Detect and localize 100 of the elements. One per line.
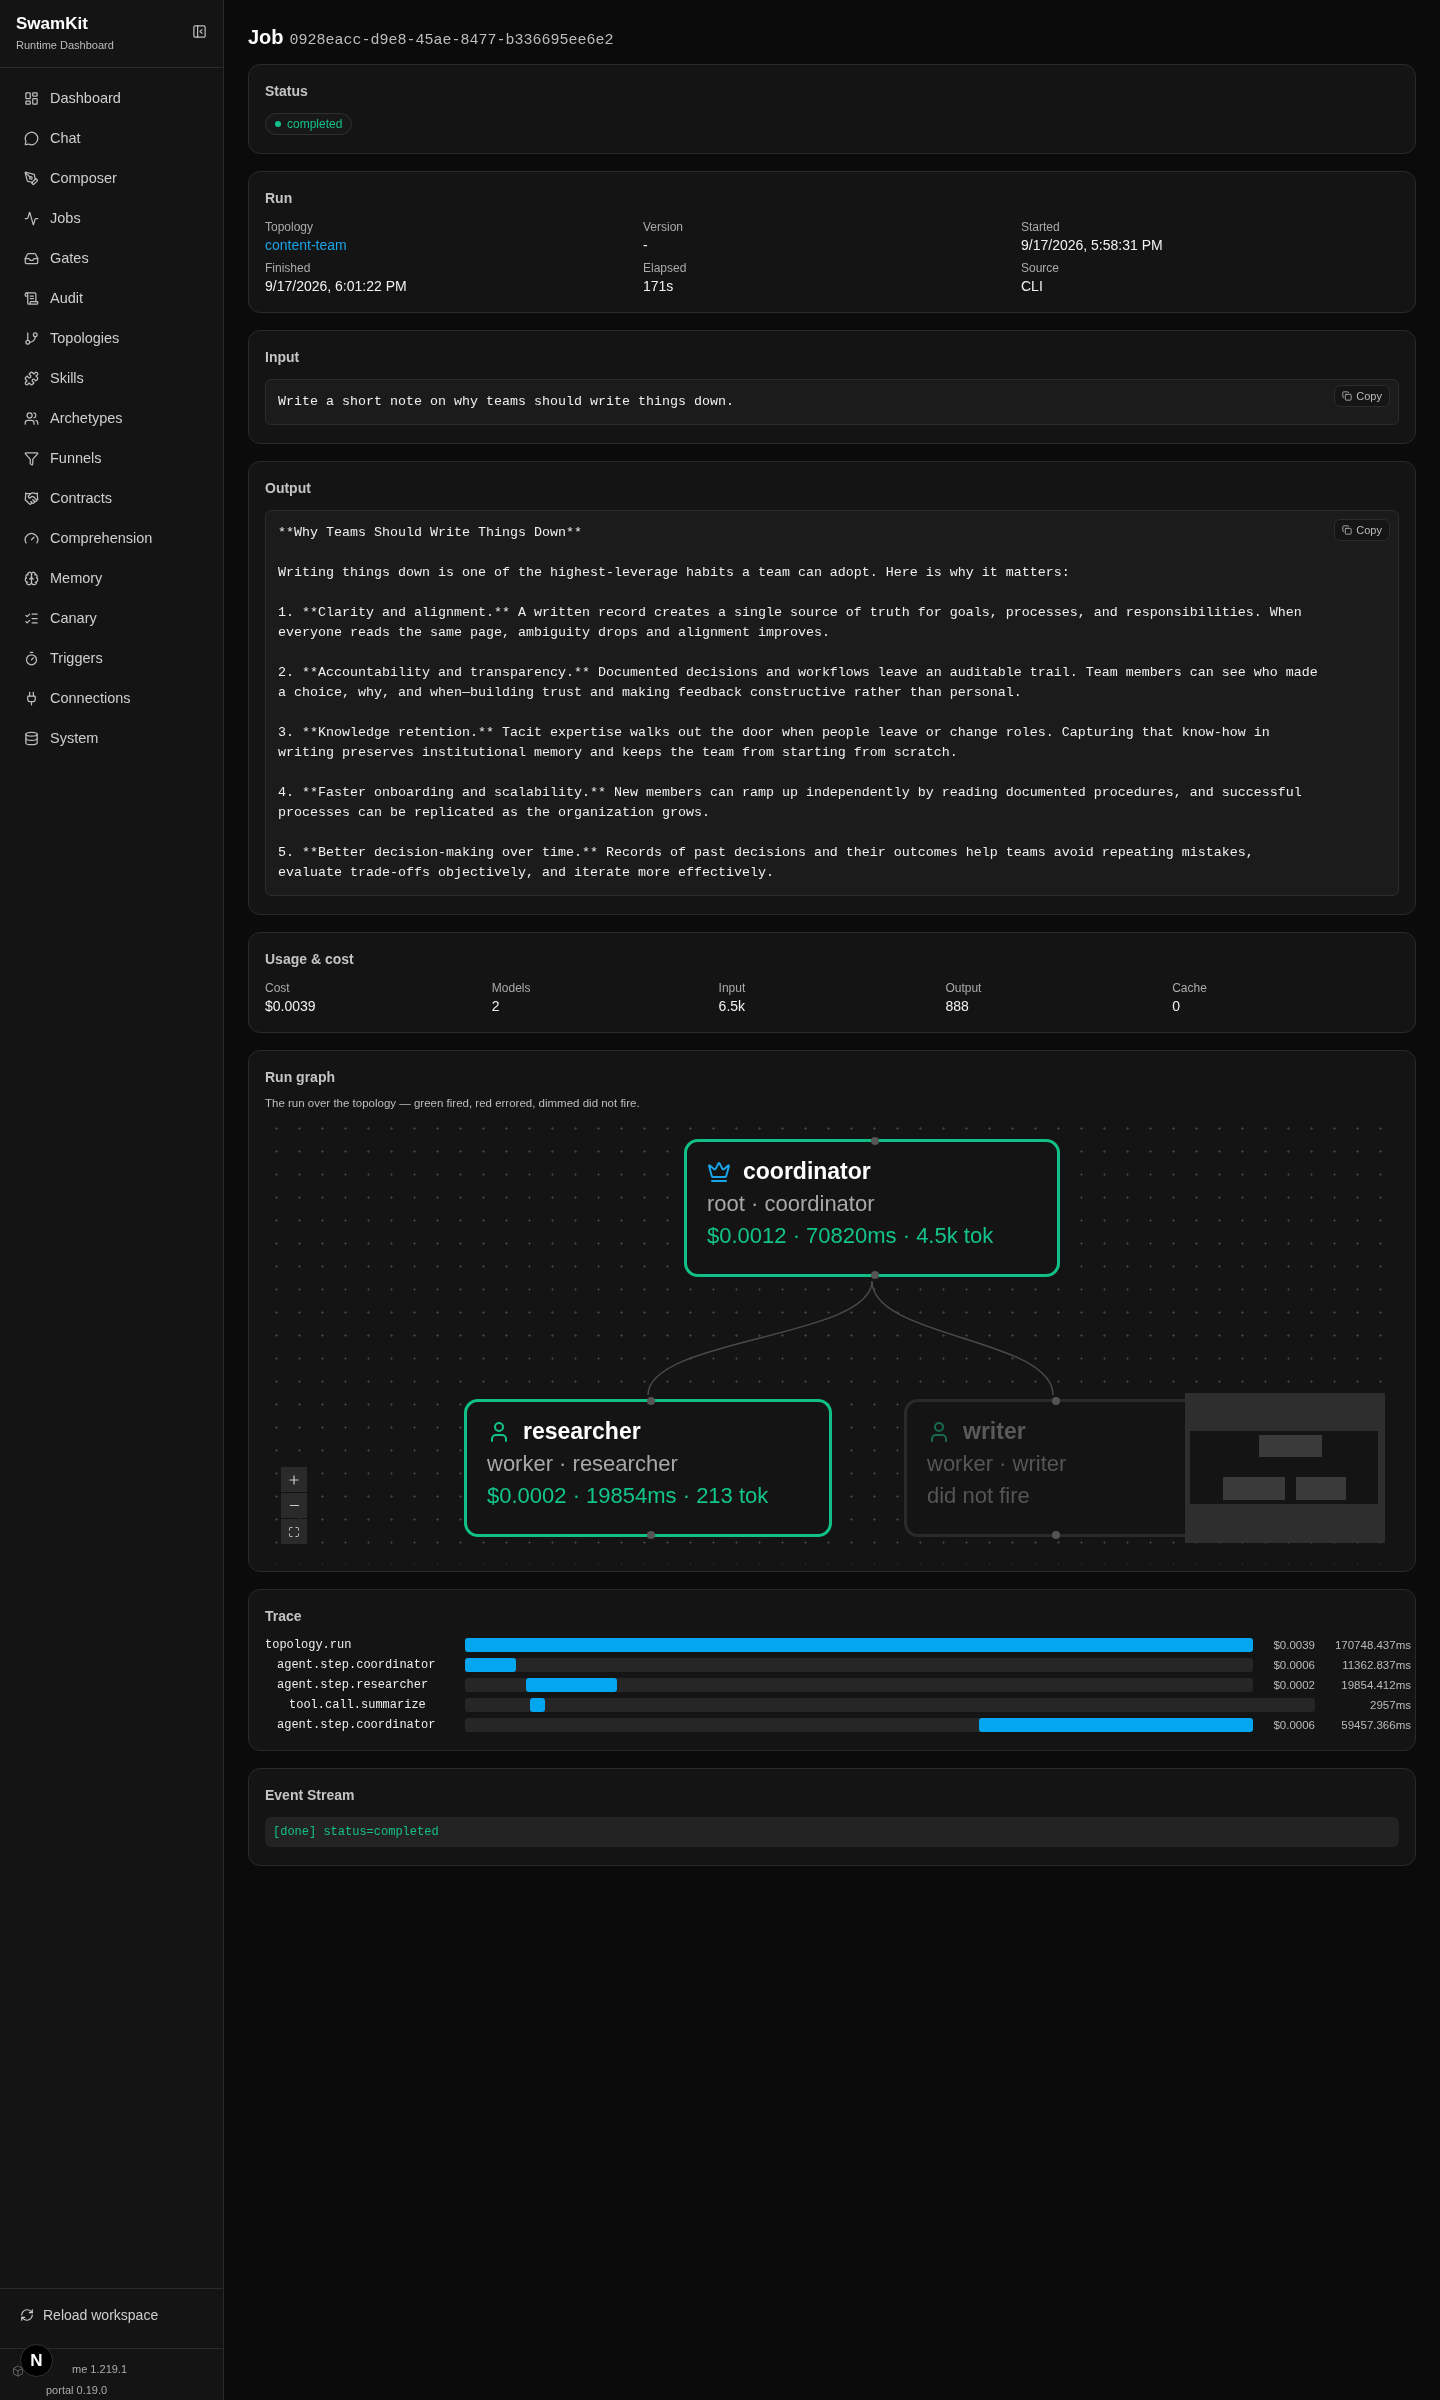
node-role: worker · writer	[927, 1451, 1068, 1477]
field-label: Topology	[265, 220, 314, 234]
dev-badge[interactable]: N	[20, 2344, 53, 2377]
reload-workspace-button[interactable]: Reload workspace	[12, 2303, 167, 2327]
field-label: Version	[643, 220, 684, 234]
page-title: Job	[248, 26, 284, 49]
field-label: Input	[718, 981, 746, 995]
field-value: 9/17/2026, 6:01:22 PM	[265, 278, 407, 294]
input-text: Write a short note on why teams should write things down.	[278, 393, 735, 411]
nav-item[interactable]: Topologies	[12, 318, 211, 358]
nav-icon	[24, 250, 39, 266]
card-title: Run graph	[265, 1069, 336, 1085]
topology-link[interactable]: content-team	[265, 237, 347, 253]
span-name: agent.step.coordinator	[276, 1658, 437, 1672]
graph-node[interactable]: researcher worker · researcher $0.0002 · 19854ms · 213 tok	[464, 1399, 832, 1537]
card-title: Status	[265, 83, 309, 99]
nav-item[interactable]: Triggers	[12, 638, 211, 678]
connection-handle[interactable]	[871, 1137, 879, 1145]
connection-handle[interactable]	[1052, 1397, 1060, 1405]
span-duration: 59457.366ms	[1340, 1719, 1411, 1731]
span-name: topology.run	[265, 1638, 353, 1652]
nav-icon	[24, 610, 39, 626]
span-cost: $0.0006	[1272, 1659, 1315, 1671]
field-value: 888	[945, 998, 969, 1014]
span-cost: $0.0039	[1272, 1639, 1315, 1651]
nav-item[interactable]: Archetypes	[12, 398, 211, 438]
span-cost: $0.0006	[1272, 1719, 1315, 1731]
field-value: CLI	[1021, 278, 1043, 294]
nav-item[interactable]: Skills	[12, 358, 211, 398]
span-duration: 11362.837ms	[1341, 1659, 1411, 1671]
field-value: 0	[1172, 998, 1180, 1014]
node-role: root · coordinator	[707, 1191, 876, 1217]
field-label: Models	[491, 981, 531, 995]
nav-item[interactable]: Gates	[12, 238, 211, 278]
card-title: Event Stream	[265, 1787, 356, 1803]
event-line: [done] status=completed	[273, 1825, 440, 1839]
card-title: Run	[265, 190, 294, 206]
nav-item[interactable]: Memory	[12, 558, 211, 598]
zoom-in-button[interactable]	[281, 1467, 307, 1492]
span-bar	[465, 1658, 517, 1672]
field-label: Elapsed	[643, 261, 687, 275]
status-badge: completed	[265, 113, 353, 135]
nav-item[interactable]: Canary	[12, 598, 211, 638]
brand-name: SwamKit	[16, 14, 89, 34]
connection-handle[interactable]	[647, 1531, 655, 1539]
graph-node[interactable]: coordinator root · coordinator $0.0012 · 70820ms · 4.5k tok	[684, 1139, 1060, 1277]
node-name: researcher	[523, 1418, 641, 1445]
span-duration: 19854.412ms	[1340, 1679, 1411, 1691]
minus-icon	[289, 1504, 299, 1507]
field-label: Finished	[265, 261, 311, 275]
field-label: Source	[1021, 261, 1060, 275]
span-name: tool.call.summarize	[288, 1698, 427, 1712]
copy-button[interactable]: Copy	[1334, 385, 1390, 407]
card-title: Trace	[265, 1608, 303, 1624]
card-title: Output	[265, 480, 312, 496]
brand-subtitle: Runtime Dashboard	[16, 39, 114, 51]
fit-view-button[interactable]	[281, 1519, 307, 1544]
field-value: 9/17/2026, 5:58:31 PM	[1021, 237, 1163, 253]
nav-icon	[24, 410, 39, 426]
nav-icon	[24, 730, 39, 746]
node-name: coordinator	[743, 1158, 871, 1185]
node-role: worker · researcher	[487, 1451, 679, 1477]
output-text: **Why Teams Should Write Things Down** Writing things down is one of the highest-leverage habits a team can adopt. Here is why it matters: 1. **Clarity and alignment.** A written record creates a single source of truth for goals, processes, and responsibilities. When everyone reads the same page, ambiguity drops and alignment improves. 2. **Accountability and transparency.** Documented decisions and workflows leave an auditable trail. Team members can see who made a choice, why, and when—building trust and making feedback constructive rather than personal. 3. **Knowledge retention.** Tacit expertise walks out the door when people leave or change roles. Capturing that know-how in writing preserves institutional memory and keeps the team from starting from scratch. 4. **Faster onboarding and scalability.** New members can ramp up independently by reading documented procedures, and successful processes can be replicated as the organization grows. 5. **Better decision-making over time.** Records of past decisions and their outcomes help teams avoid repeating mistakes, evaluate trade-offs objectively, and iterate more effectively.	[278, 524, 1319, 882]
nav-icon	[24, 690, 39, 706]
card-title: Input	[265, 349, 301, 365]
field-value: 2	[491, 998, 500, 1014]
collapse-sidebar-icon[interactable]	[192, 24, 207, 39]
minimap-drawing[interactable]	[1185, 1393, 1385, 1543]
nav-item[interactable]: Composer	[12, 158, 211, 198]
nav-item[interactable]: Chat	[12, 118, 211, 158]
field-label: Cache	[1172, 981, 1207, 995]
nav-item[interactable]: Dashboard	[12, 78, 211, 118]
node-name: writer	[963, 1418, 1026, 1445]
field-value: $0.0039	[265, 998, 316, 1014]
copy-icon	[1342, 525, 1353, 535]
span-cost: $0.0002	[1272, 1679, 1315, 1691]
span-name: agent.step.coordinator	[276, 1718, 437, 1732]
nav-item[interactable]: System	[12, 718, 211, 758]
field-value: -	[643, 237, 648, 253]
nav-icon	[24, 170, 39, 186]
plus-icon	[287, 1472, 301, 1487]
nav-item[interactable]: Comprehension	[12, 518, 211, 558]
copy-button[interactable]: Copy	[1334, 519, 1390, 541]
nav-icon	[24, 210, 39, 226]
connection-handle[interactable]	[647, 1397, 655, 1405]
nav-icon	[24, 530, 39, 546]
nav-item[interactable]: Connections	[12, 678, 211, 718]
nav-item[interactable]: Audit	[12, 278, 211, 318]
field-label: Output	[945, 981, 982, 995]
nav-item[interactable]: Jobs	[12, 198, 211, 238]
nav-icon	[24, 290, 39, 306]
nav-item[interactable]: Contracts	[12, 478, 211, 518]
connection-handle[interactable]	[871, 1271, 879, 1279]
node-stats: did not fire	[927, 1483, 1031, 1509]
connection-handle[interactable]	[1052, 1531, 1060, 1539]
nav-icon	[24, 490, 39, 506]
version-text: me 1.219.1	[72, 2363, 129, 2376]
fullscreen-icon	[288, 1525, 300, 1538]
nav-item[interactable]: Funnels	[12, 438, 211, 478]
card-title: Usage & cost	[265, 951, 355, 967]
